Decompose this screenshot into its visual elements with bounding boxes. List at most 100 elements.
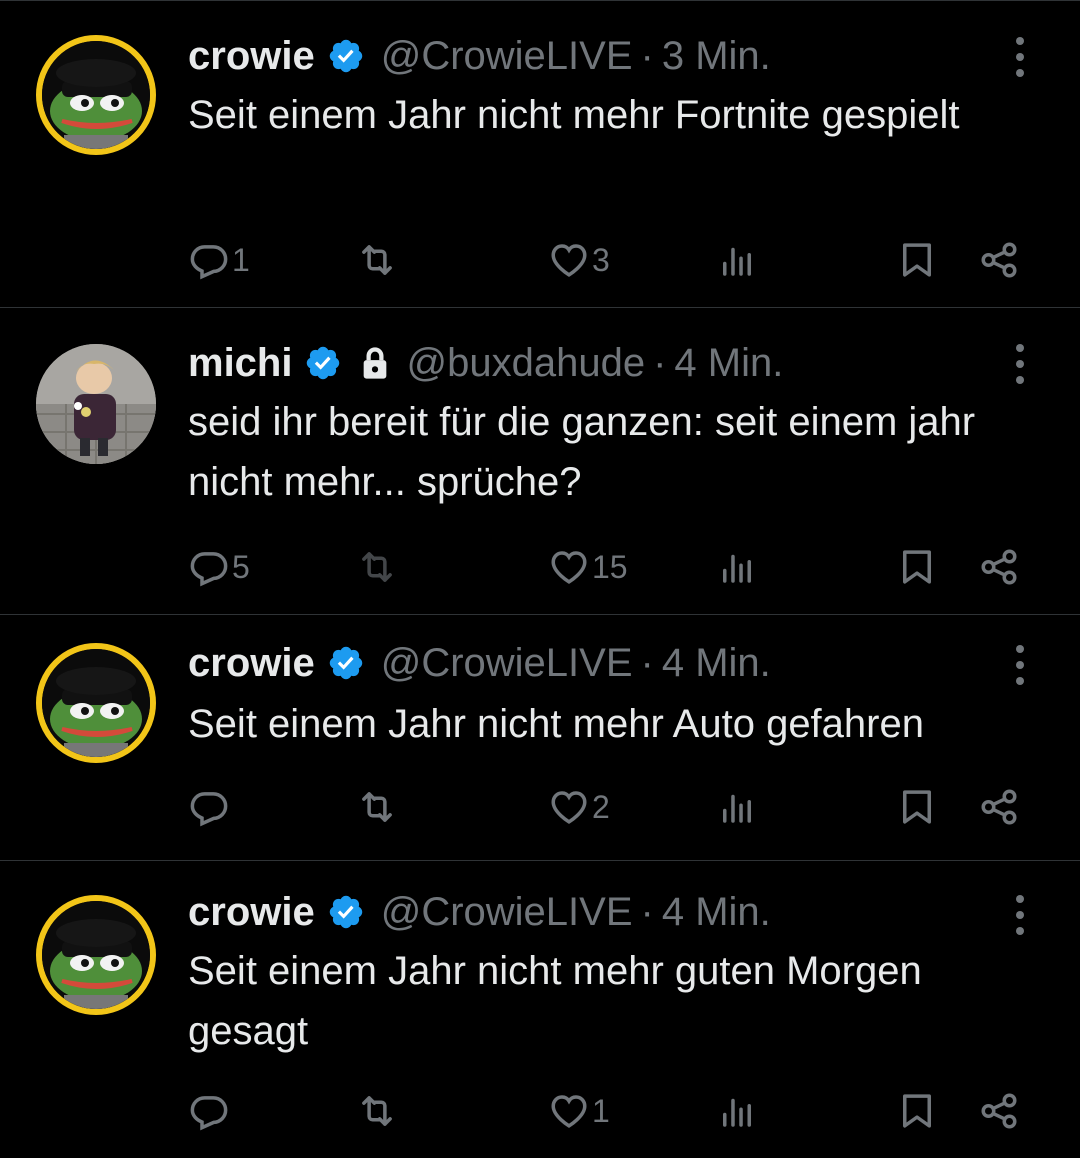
verified-badge-icon[interactable]: [327, 37, 365, 75]
more-icon[interactable]: [1008, 645, 1032, 685]
more-icon[interactable]: [1008, 37, 1032, 77]
reply-count: 5: [232, 548, 250, 585]
like-icon: [551, 244, 587, 277]
tweet-actions: 5 15: [0, 545, 1080, 589]
separator: ·: [640, 641, 654, 685]
like-icon: [551, 1095, 587, 1128]
like-icon: [551, 791, 587, 824]
retweet-icon: [362, 792, 392, 822]
bookmark-button[interactable]: [896, 545, 938, 589]
reply-button[interactable]: [188, 1089, 232, 1133]
retweet-icon: [362, 552, 392, 582]
views-icon: [723, 554, 751, 583]
author-name[interactable]: michi: [188, 338, 292, 388]
bookmark-icon: [903, 1094, 931, 1128]
reply-button[interactable]: 5: [188, 545, 250, 589]
views-button[interactable]: [716, 238, 758, 282]
pepe-avatar-image: [42, 901, 150, 1009]
like-count: 3: [592, 241, 610, 278]
tweet-header: michi @buxdahude · 4 Min.: [188, 338, 980, 388]
tweet-header: crowie @CrowieLIVE · 3 Min.: [188, 31, 980, 81]
separator: ·: [640, 890, 654, 934]
reply-icon: [190, 552, 228, 587]
tweet-header: crowie @CrowieLIVE · 4 Min.: [188, 638, 980, 688]
like-button[interactable]: 3: [548, 238, 610, 282]
share-button[interactable]: [978, 785, 1020, 829]
tweet-text: Seit einem Jahr nicht mehr Auto gefahren: [188, 702, 924, 746]
like-count: 1: [592, 1092, 610, 1129]
timestamp[interactable]: 3 Min.: [662, 31, 771, 81]
views-button[interactable]: [716, 785, 758, 829]
like-icon: [551, 551, 587, 584]
like-count: 15: [592, 548, 628, 585]
share-icon: [981, 242, 1017, 278]
verified-badge-icon[interactable]: [327, 644, 365, 682]
bookmark-button[interactable]: [896, 785, 938, 829]
share-button[interactable]: [978, 238, 1020, 282]
lock-icon: [360, 346, 390, 380]
views-icon: [723, 1098, 751, 1127]
like-button[interactable]: 2: [548, 785, 610, 829]
retweet-icon: [362, 245, 392, 275]
author-handle[interactable]: @CrowieLIVE: [381, 887, 633, 937]
author-handle[interactable]: @buxdahude: [406, 338, 645, 388]
more-icon[interactable]: [1008, 344, 1032, 384]
author-name[interactable]: crowie: [188, 887, 315, 937]
bookmark-button[interactable]: [896, 238, 938, 282]
retweet-button[interactable]: [356, 1089, 398, 1133]
share-icon: [981, 789, 1017, 825]
avatar[interactable]: [36, 895, 156, 1015]
reply-count: 1: [232, 241, 250, 278]
avatar[interactable]: [36, 643, 156, 763]
tweet[interactable]: michi @buxdahude · 4 Min. seid ihr berei…: [0, 308, 1080, 615]
tweet[interactable]: crowie @CrowieLIVE · 3 Min. Seit einem J…: [0, 1, 1080, 308]
reply-button[interactable]: 1: [188, 238, 250, 282]
share-icon: [981, 1093, 1017, 1129]
pepe-avatar-image: [42, 41, 150, 149]
bookmark-button[interactable]: [896, 1089, 938, 1133]
avatar[interactable]: [36, 344, 156, 464]
reply-button[interactable]: [188, 785, 232, 829]
pepe-avatar-image: [42, 649, 150, 757]
tweet-header: crowie @CrowieLIVE · 4 Min.: [188, 887, 980, 937]
verified-badge-icon[interactable]: [327, 893, 365, 931]
tweet-actions: 1: [0, 1089, 1080, 1133]
timeline-feed: crowie @CrowieLIVE · 3 Min. Seit einem J…: [0, 0, 1080, 1157]
share-icon: [981, 549, 1017, 585]
timestamp[interactable]: 4 Min.: [674, 338, 783, 388]
retweet-button[interactable]: [356, 785, 398, 829]
share-button[interactable]: [978, 1089, 1020, 1133]
kid-photo-avatar-image: [36, 344, 156, 464]
author-handle[interactable]: @CrowieLIVE: [381, 31, 633, 81]
like-button[interactable]: 1: [548, 1089, 610, 1133]
timestamp[interactable]: 4 Min.: [662, 887, 771, 937]
tweet-actions: 1 3: [0, 238, 1080, 282]
tweet-actions: 2: [0, 785, 1080, 829]
author-name[interactable]: crowie: [188, 31, 315, 81]
views-button[interactable]: [716, 545, 758, 589]
reply-icon: [190, 1096, 228, 1131]
author-handle[interactable]: @CrowieLIVE: [381, 638, 633, 688]
separator: ·: [653, 341, 667, 385]
tweet-text: seid ihr bereit für die ganzen: seit ein…: [188, 400, 976, 504]
views-icon: [723, 247, 751, 276]
bookmark-icon: [903, 243, 931, 277]
retweet-button[interactable]: [356, 238, 398, 282]
avatar[interactable]: [36, 35, 156, 155]
like-button[interactable]: 15: [548, 545, 628, 589]
views-icon: [723, 794, 751, 823]
tweet-text: Seit einem Jahr nicht mehr guten Morgen …: [188, 949, 922, 1053]
timestamp[interactable]: 4 Min.: [662, 638, 771, 688]
verified-badge-icon[interactable]: [304, 344, 342, 382]
reply-icon: [190, 245, 228, 280]
more-icon[interactable]: [1008, 895, 1032, 935]
views-button[interactable]: [716, 1089, 758, 1133]
tweet[interactable]: crowie @CrowieLIVE · 4 Min. Seit einem J…: [0, 615, 1080, 861]
retweet-button[interactable]: [356, 545, 398, 589]
share-button[interactable]: [978, 545, 1020, 589]
author-name[interactable]: crowie: [188, 638, 315, 688]
bookmark-icon: [903, 790, 931, 824]
tweet[interactable]: crowie @CrowieLIVE · 4 Min. Seit einem J…: [0, 861, 1080, 1157]
tweet-text: Seit einem Jahr nicht mehr Fortnite gesp…: [188, 93, 960, 137]
like-count: 2: [592, 788, 610, 825]
